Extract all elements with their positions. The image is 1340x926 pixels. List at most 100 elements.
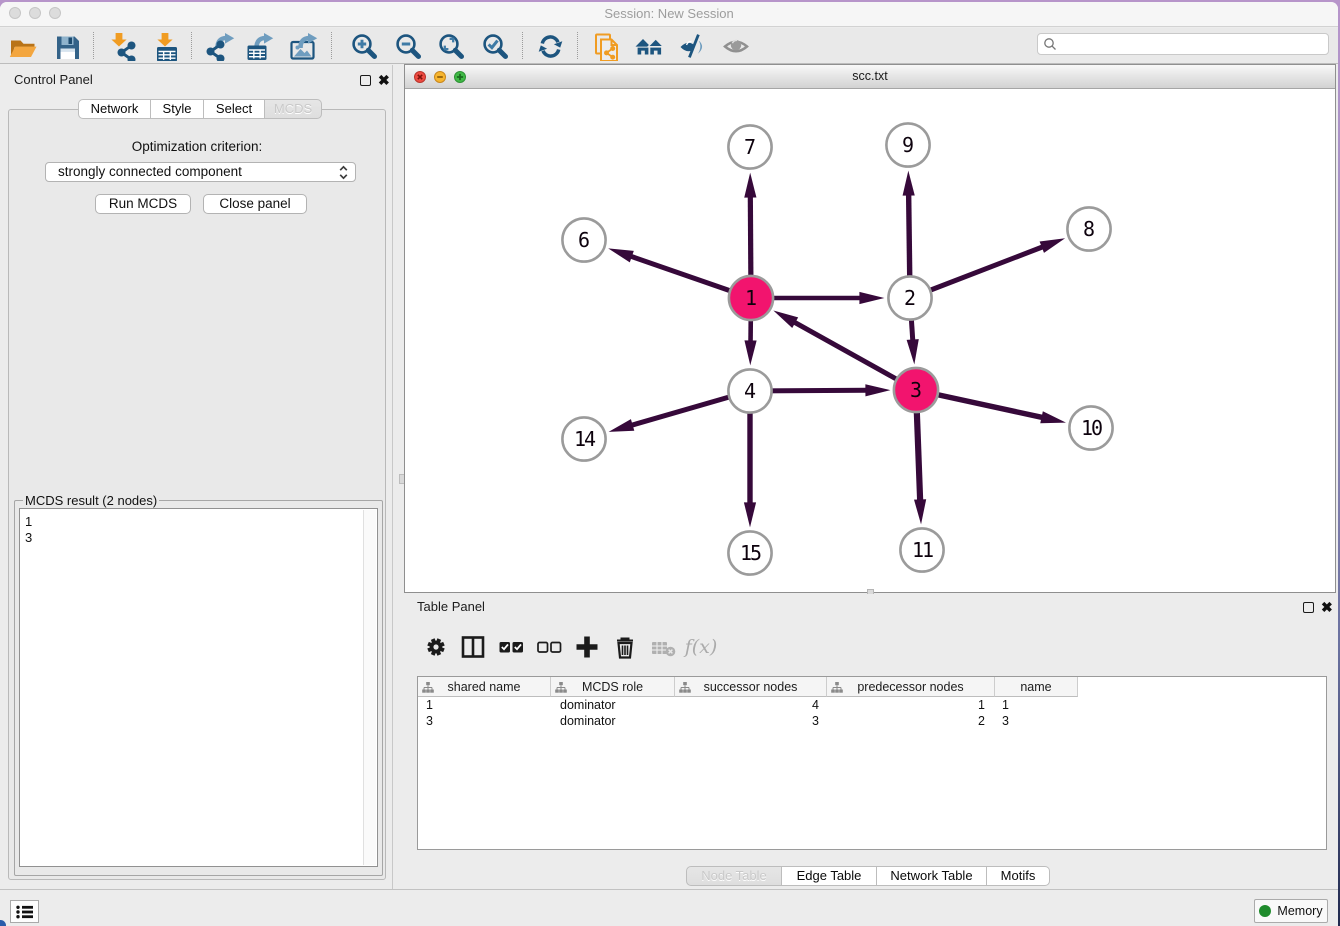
node-label-2: 2 bbox=[904, 286, 916, 310]
frame-close-button[interactable] bbox=[414, 71, 426, 83]
frame-maximize-button[interactable] bbox=[454, 71, 466, 83]
table-panel: Table Panel ✖ f(x) shared name MCDS role s… bbox=[404, 594, 1336, 889]
trash-icon bbox=[611, 633, 639, 661]
zoom-fit-button[interactable] bbox=[432, 29, 468, 63]
window-title: Session: New Session bbox=[0, 2, 1338, 27]
dock-corner-dot bbox=[0, 920, 6, 926]
zoom-in-button[interactable] bbox=[345, 29, 381, 63]
frame-minimize-button[interactable] bbox=[434, 71, 446, 83]
tab-network[interactable]: Network bbox=[78, 99, 151, 119]
result-item[interactable]: 1 bbox=[20, 514, 377, 530]
arrowhead-3-11 bbox=[914, 499, 926, 524]
tab-edge-table[interactable]: Edge Table bbox=[782, 866, 877, 886]
table-cell[interactable]: 1 bbox=[995, 697, 1078, 713]
result-scrollbar[interactable] bbox=[363, 510, 376, 865]
arrowhead-4-3 bbox=[865, 384, 890, 396]
deselect-all-button[interactable] bbox=[532, 630, 566, 664]
select-all-button[interactable] bbox=[494, 630, 528, 664]
node-label-6: 6 bbox=[578, 228, 590, 252]
tab-select[interactable]: Select bbox=[204, 99, 265, 119]
mcds-result-list[interactable]: 13 bbox=[19, 508, 378, 867]
split-table-button[interactable] bbox=[456, 630, 490, 664]
table-cell[interactable]: 1 bbox=[418, 697, 551, 713]
toolbar-separator bbox=[93, 32, 94, 59]
table-close-icon[interactable]: ✖ bbox=[1321, 599, 1333, 615]
show-selected-button[interactable] bbox=[719, 29, 755, 63]
column-header-label: MCDS role bbox=[582, 680, 643, 694]
criterion-value: strongly connected component bbox=[58, 164, 242, 179]
result-item[interactable]: 3 bbox=[20, 530, 377, 546]
delete-table-button[interactable] bbox=[646, 630, 680, 664]
run-mcds-button[interactable]: Run MCDS bbox=[95, 194, 191, 214]
split-columns-icon bbox=[459, 633, 487, 661]
export-image-button[interactable] bbox=[285, 29, 321, 63]
export-table-icon bbox=[245, 32, 274, 61]
column-settings-button[interactable] bbox=[419, 630, 453, 664]
close-panel-button[interactable]: Close panel bbox=[203, 194, 307, 214]
copy-network-icon bbox=[591, 32, 620, 61]
table-cell[interactable]: 4 bbox=[675, 697, 827, 713]
export-table-button[interactable] bbox=[241, 29, 277, 63]
float-panel-icon[interactable] bbox=[360, 75, 371, 86]
zoom-selected-button[interactable] bbox=[476, 29, 512, 63]
table-cell[interactable]: 1 bbox=[827, 697, 995, 713]
column-header-shared-name[interactable]: shared name bbox=[418, 677, 551, 697]
arrowhead-4-14 bbox=[609, 419, 635, 432]
close-panel-icon[interactable]: ✖ bbox=[378, 72, 390, 88]
column-header-MCDS-role[interactable]: MCDS role bbox=[551, 677, 675, 697]
arrowhead-1-7 bbox=[744, 173, 756, 198]
tab-network-table[interactable]: Network Table bbox=[877, 866, 987, 886]
tab-mcds[interactable]: MCDS bbox=[265, 99, 322, 119]
list-icon bbox=[16, 905, 33, 919]
search-input[interactable] bbox=[1037, 33, 1329, 55]
import-table-button[interactable] bbox=[147, 29, 183, 63]
eye-slash-icon bbox=[679, 32, 708, 61]
table-cell[interactable]: dominator bbox=[551, 713, 675, 729]
network-view-frame: scc.txt 1234678910111415 bbox=[404, 64, 1336, 593]
hide-selected-button[interactable] bbox=[675, 29, 711, 63]
table-cell[interactable]: 3 bbox=[995, 713, 1078, 729]
column-header-label: successor nodes bbox=[704, 680, 798, 694]
delete-table-icon bbox=[649, 633, 677, 661]
tab-node-table[interactable]: Node Table bbox=[686, 866, 782, 886]
table-cell[interactable]: 3 bbox=[675, 713, 827, 729]
table-panel-title: Table Panel bbox=[417, 599, 485, 614]
node-label-7: 7 bbox=[744, 135, 756, 159]
table-cell[interactable]: 3 bbox=[418, 713, 551, 729]
main-toolbar bbox=[0, 28, 1338, 64]
task-history-button[interactable] bbox=[10, 900, 39, 923]
memory-button[interactable]: Memory bbox=[1254, 899, 1328, 923]
tab-style[interactable]: Style bbox=[151, 99, 204, 119]
column-header-label: predecessor nodes bbox=[857, 680, 963, 694]
refresh-icon bbox=[536, 32, 565, 61]
add-column-button[interactable] bbox=[570, 630, 604, 664]
mcds-result-title: MCDS result (2 nodes) bbox=[23, 493, 159, 508]
table-float-icon[interactable] bbox=[1303, 602, 1314, 613]
toolbar-separator bbox=[191, 32, 192, 59]
zoom-out-button[interactable] bbox=[389, 29, 425, 63]
show-all-button[interactable] bbox=[631, 29, 667, 63]
node-label-3: 3 bbox=[910, 378, 922, 402]
export-network-button[interactable] bbox=[202, 29, 238, 63]
column-header-predecessor-nodes[interactable]: predecessor nodes bbox=[827, 677, 995, 697]
checked-boxes-icon bbox=[497, 633, 525, 661]
function-builder-button[interactable]: f(x) bbox=[684, 630, 718, 664]
network-overview-button[interactable] bbox=[587, 29, 623, 63]
column-header-name[interactable]: name bbox=[995, 677, 1078, 697]
table-cell[interactable]: dominator bbox=[551, 697, 675, 713]
network-graph[interactable]: 1234678910111415 bbox=[405, 89, 1335, 592]
shared-column-icon bbox=[679, 682, 691, 693]
table-cell[interactable]: 2 bbox=[827, 713, 995, 729]
memory-label: Memory bbox=[1277, 904, 1322, 918]
open-session-button[interactable] bbox=[4, 29, 40, 63]
node-label-8: 8 bbox=[1083, 217, 1095, 241]
import-network-button[interactable] bbox=[103, 29, 139, 63]
criterion-select[interactable]: strongly connected component bbox=[45, 162, 356, 182]
apply-layout-button[interactable] bbox=[532, 29, 568, 63]
tab-motifs[interactable]: Motifs bbox=[987, 866, 1050, 886]
export-network-icon bbox=[206, 32, 235, 61]
column-header-successor-nodes[interactable]: successor nodes bbox=[675, 677, 827, 697]
delete-column-button[interactable] bbox=[608, 630, 642, 664]
save-session-button[interactable] bbox=[48, 29, 84, 63]
network-frame-titlebar[interactable]: scc.txt bbox=[405, 65, 1335, 89]
